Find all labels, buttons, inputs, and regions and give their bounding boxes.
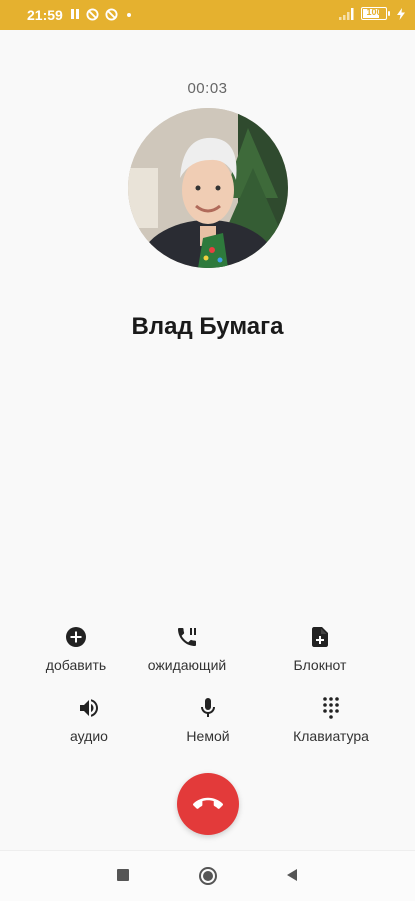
status-time: 21:59 bbox=[27, 7, 63, 23]
caller-name: Влад Бумага bbox=[131, 313, 284, 340]
back-icon[interactable] bbox=[285, 868, 299, 882]
home-icon[interactable] bbox=[198, 866, 218, 886]
microphone-icon bbox=[201, 698, 215, 717]
signal-icon bbox=[339, 7, 354, 20]
notes-button[interactable]: Блокнот bbox=[255, 625, 385, 673]
add-circle-icon bbox=[66, 627, 86, 647]
audio-button[interactable]: аудио bbox=[24, 696, 154, 744]
charging-icon bbox=[397, 7, 405, 20]
dot-icon bbox=[127, 13, 131, 17]
battery-level: 100 bbox=[366, 7, 382, 17]
navigation-bar bbox=[0, 850, 415, 901]
audio-label: аудио bbox=[70, 728, 108, 744]
dialpad-icon bbox=[323, 697, 339, 719]
keypad-button[interactable]: Клавиатура bbox=[266, 696, 396, 744]
data-saver-icon bbox=[86, 8, 99, 21]
phone-paused-icon bbox=[178, 628, 196, 646]
battery-icon: 100 bbox=[361, 7, 390, 20]
notes-label: Блокнот bbox=[293, 657, 347, 673]
note-add-icon bbox=[312, 627, 328, 647]
recents-icon[interactable] bbox=[116, 868, 130, 882]
data-saver-icon bbox=[105, 8, 118, 21]
end-call-button[interactable] bbox=[177, 773, 239, 835]
mute-label: Немой bbox=[186, 728, 230, 744]
keypad-label: Клавиатура bbox=[293, 728, 369, 744]
caller-avatar bbox=[128, 108, 288, 268]
mute-button[interactable]: Немой bbox=[143, 696, 273, 744]
hold-label: ожидающий bbox=[147, 657, 227, 673]
hold-button[interactable]: ожидающий bbox=[122, 625, 252, 673]
volume-icon bbox=[80, 699, 98, 717]
status-bar: 21:59 100 bbox=[0, 0, 415, 30]
status-right: 100 bbox=[339, 7, 405, 20]
hang-up-icon bbox=[193, 797, 223, 809]
call-duration: 00:03 bbox=[187, 80, 228, 97]
pause-icon bbox=[71, 9, 79, 19]
